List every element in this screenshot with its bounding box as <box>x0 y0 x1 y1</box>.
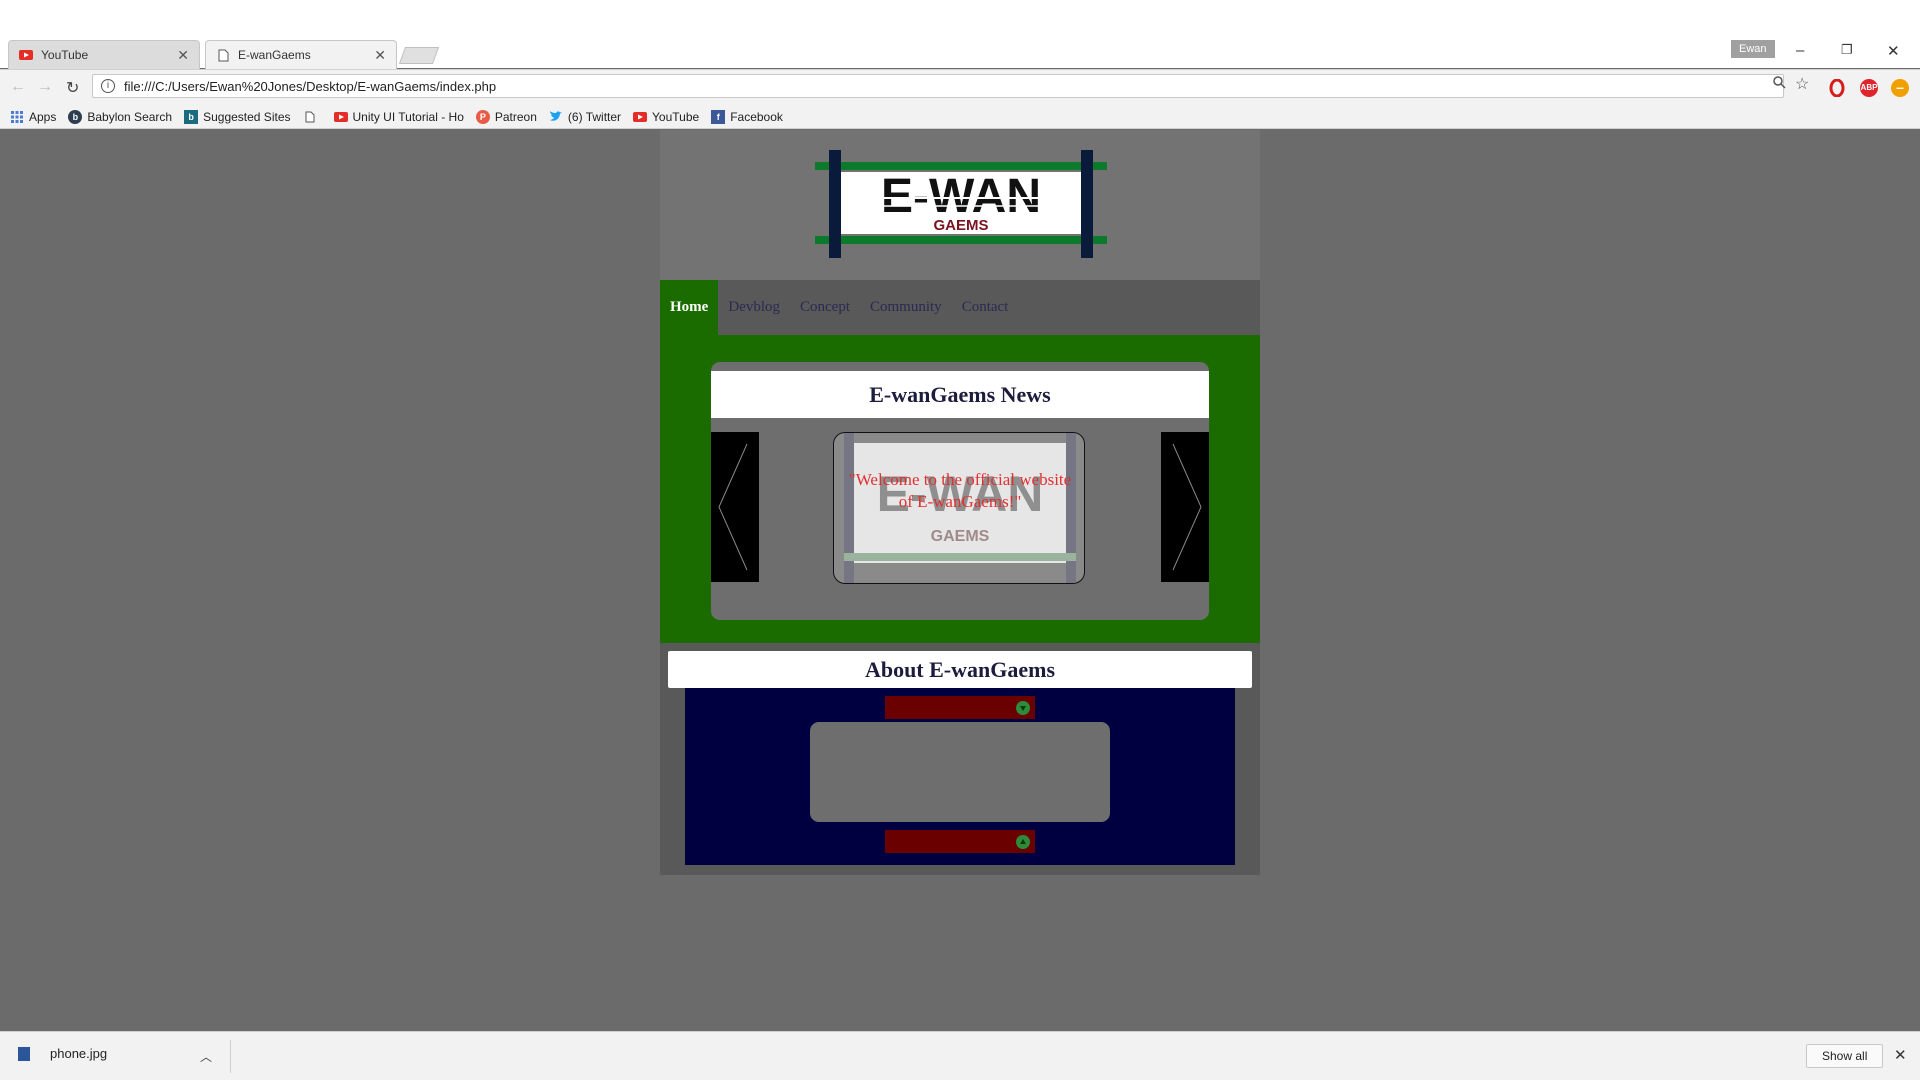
nav-home[interactable]: Home <box>660 280 719 335</box>
close-icon[interactable]: ✕ <box>177 47 189 64</box>
new-tab-button[interactable] <box>398 47 440 64</box>
chevron-up-icon[interactable]: ︿ <box>200 1048 212 1065</box>
nav-contact[interactable]: Contact <box>952 280 1019 335</box>
close-icon[interactable]: ✕ <box>1894 1046 1907 1064</box>
slider-next-button[interactable] <box>1161 432 1209 582</box>
bookmark-star-icon[interactable]: ☆ <box>1795 74 1809 94</box>
slide-welcome-text: "Welcome to the official website of E-wa… <box>848 470 1072 511</box>
youtube-icon <box>19 48 33 62</box>
facebook-icon: f <box>711 109 726 124</box>
svg-text:GAEMS: GAEMS <box>933 217 988 234</box>
about-content-box <box>810 722 1110 822</box>
show-all-button[interactable]: Show all <box>1806 1044 1884 1068</box>
reload-icon[interactable]: ↻ <box>66 78 79 98</box>
svg-text:GAEMS: GAEMS <box>931 528 990 545</box>
divider <box>230 1040 231 1073</box>
chevron-left-icon <box>718 443 748 571</box>
bookmark-youtube[interactable]: YouTube <box>633 110 699 124</box>
bookmark-twitter[interactable]: (6) Twitter <box>549 110 621 124</box>
browser-toolbar: ← → ↻ i file:///C:/Users/Ewan%20Jones/De… <box>0 69 1920 105</box>
twitter-icon <box>549 110 563 124</box>
chevron-up-icon[interactable] <box>1016 835 1030 849</box>
browser-titlebar: YouTube ✕ E-wanGaems ✕ Ewan – ❐ ✕ <box>0 0 1920 69</box>
bookmarks-bar: Apps b Babylon Search b Suggested Sites … <box>0 105 1920 129</box>
download-item[interactable]: phone.jpg <box>18 1046 107 1061</box>
bookmark-label: Unity UI Tutorial - Ho <box>352 109 464 124</box>
chevron-down-icon[interactable] <box>1016 701 1030 715</box>
tab-title: YouTube <box>41 48 89 62</box>
about-title: About E-wanGaems <box>668 651 1252 688</box>
e-wan-gaems-logo[interactable]: E-WAN GAEMS <box>815 150 1107 258</box>
restore-icon[interactable]: ❐ <box>1841 42 1853 58</box>
bookmark-label: Apps <box>29 109 57 124</box>
site-nav: Home Devblog Concept Community Contact <box>660 280 1260 335</box>
bookmark-babylon[interactable]: b Babylon Search <box>68 109 173 124</box>
bookmark-label: Suggested Sites <box>203 109 291 124</box>
about-panel <box>685 688 1235 865</box>
bookmark-facebook[interactable]: f Facebook <box>711 109 783 124</box>
nav-concept[interactable]: Concept <box>790 280 860 335</box>
page-icon <box>216 48 230 62</box>
about-section: About E-wanGaems <box>660 643 1260 875</box>
minimize-icon[interactable]: – <box>1796 42 1804 59</box>
info-icon[interactable]: i <box>101 79 115 93</box>
bing-icon: b <box>184 109 199 124</box>
page-icon <box>303 110 317 124</box>
collapse-bar-bottom[interactable] <box>885 830 1035 853</box>
window-close-icon[interactable]: ✕ <box>1887 42 1900 60</box>
opera-icon[interactable] <box>1828 78 1846 98</box>
collapse-bar-top[interactable] <box>885 696 1035 719</box>
babylon-icon: b <box>68 109 83 124</box>
address-bar[interactable]: i file:///C:/Users/Ewan%20Jones/Desktop/… <box>92 74 1784 98</box>
news-box: E-wanGaems News E-WAN GAEMS "Welcome to … <box>711 362 1209 620</box>
zoom-icon[interactable] <box>1773 76 1786 92</box>
news-title: E-wanGaems News <box>711 371 1209 418</box>
site-page: E-WAN GAEMS Home Devblog Concept Communi… <box>660 130 1260 875</box>
url-text: file:///C:/Users/Ewan%20Jones/Desktop/E-… <box>124 78 497 94</box>
nav-devblog[interactable]: Devblog <box>718 280 790 335</box>
svg-text:E-WAN: E-WAN <box>881 170 1041 223</box>
youtube-icon <box>333 110 348 124</box>
site-header: E-WAN GAEMS <box>660 130 1260 280</box>
chevron-right-icon <box>1172 443 1202 571</box>
bookmark-unity-tutorial[interactable]: Unity UI Tutorial - Ho <box>333 109 464 124</box>
image-file-icon <box>18 1046 30 1061</box>
nav-community[interactable]: Community <box>860 280 952 335</box>
bookmark-label: YouTube <box>652 109 700 124</box>
news-slide[interactable]: E-WAN GAEMS "Welcome to the official web… <box>833 432 1085 584</box>
tab-e-wangaems[interactable]: E-wanGaems ✕ <box>205 40 397 69</box>
bookmark-label: (6) Twitter <box>567 109 622 124</box>
bookmark-suggested-sites[interactable]: b Suggested Sites <box>184 109 291 124</box>
profile-button[interactable]: Ewan <box>1731 40 1775 58</box>
youtube-icon <box>633 110 648 124</box>
bookmark-label: Patreon <box>494 109 537 124</box>
close-icon[interactable]: ✕ <box>374 47 386 64</box>
bookmark-blank[interactable] <box>303 110 322 124</box>
download-shelf: phone.jpg ︿ Show all ✕ <box>0 1031 1920 1080</box>
bookmark-patreon[interactable]: P Patreon <box>475 109 537 124</box>
forward-icon[interactable]: → <box>37 78 53 96</box>
slider-prev-button[interactable] <box>711 432 759 582</box>
adblock-icon[interactable]: ABP <box>1860 79 1878 97</box>
bookmark-apps[interactable]: Apps <box>10 110 56 124</box>
news-section: E-wanGaems News E-WAN GAEMS "Welcome to … <box>660 335 1260 643</box>
patreon-icon: P <box>475 109 490 124</box>
minus-extension-icon[interactable]: – <box>1891 79 1909 97</box>
apps-icon <box>10 110 24 124</box>
bookmark-label: Babylon Search <box>87 109 173 124</box>
tab-youtube[interactable]: YouTube ✕ <box>8 40 200 69</box>
back-icon[interactable]: ← <box>10 78 26 96</box>
bookmark-label: Facebook <box>730 109 783 124</box>
download-filename: phone.jpg <box>50 1046 108 1061</box>
tab-title: E-wanGaems <box>238 48 311 62</box>
